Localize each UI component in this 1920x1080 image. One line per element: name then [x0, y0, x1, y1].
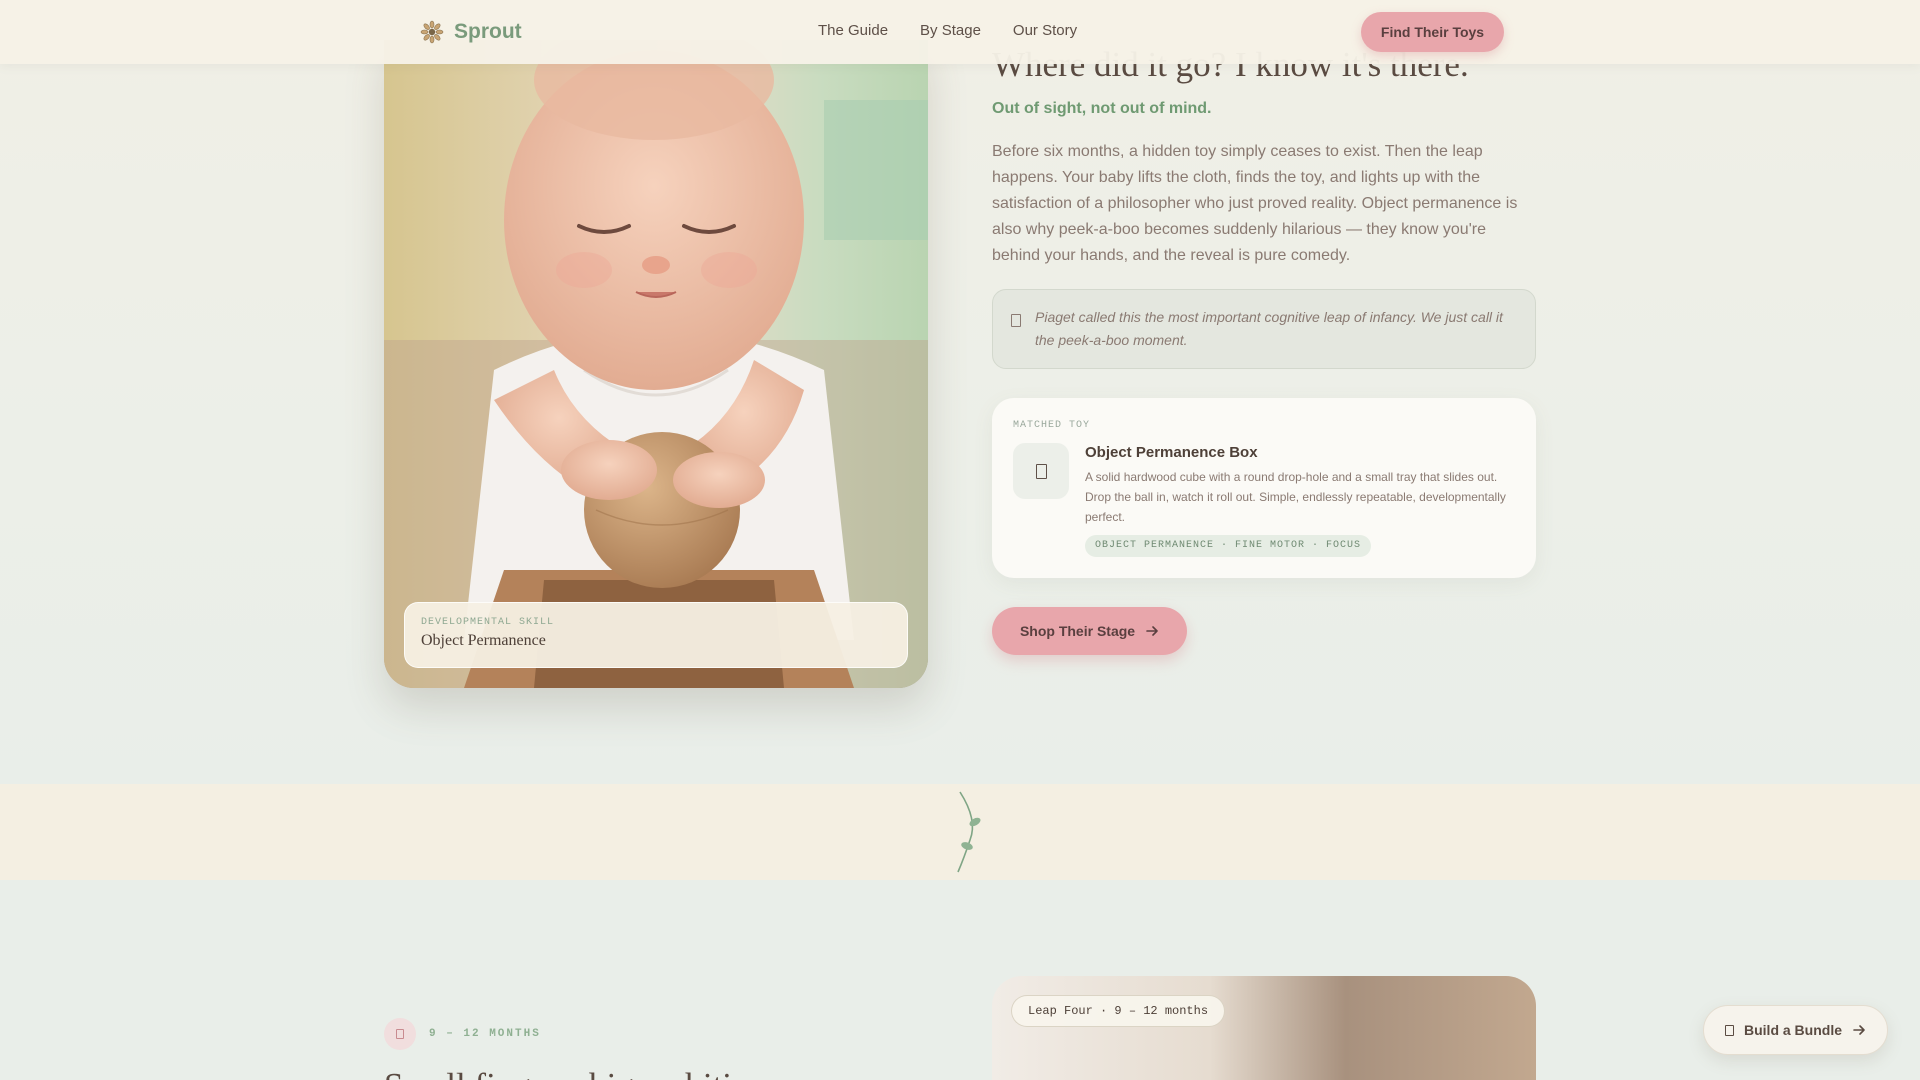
- sprout-logo-icon: [420, 20, 444, 44]
- arrow-right-icon: [1146, 626, 1158, 636]
- toy-box-icon: [1013, 443, 1069, 499]
- matched-toy-card[interactable]: MATCHED TOY Object Permanence Box A soli…: [992, 398, 1536, 578]
- navbar: Sprout The Guide By Stage Our Story Find…: [0, 0, 1920, 64]
- arrow-right-icon: [1853, 1025, 1865, 1035]
- nav-link-our-story[interactable]: Our Story: [1013, 22, 1077, 39]
- nav-links: The Guide By Stage Our Story: [818, 22, 1077, 39]
- next-section-background: [0, 880, 1920, 1080]
- toy-kicker: MATCHED TOY: [1013, 420, 1091, 431]
- hero-body: Before six months, a hidden toy simply c…: [992, 143, 1518, 264]
- baby-photo: [384, 40, 928, 688]
- stage-photo-card: Leap Four · 9 – 12 months: [992, 976, 1536, 1080]
- leap-pill: Leap Four · 9 – 12 months: [1011, 995, 1226, 1027]
- brand-logo[interactable]: Sprout: [420, 18, 522, 46]
- vine-divider-icon: [957, 791, 981, 873]
- skill-label-card: DEVELOPMENTAL SKILL Object Permanence: [404, 602, 908, 668]
- shop-their-stage-button[interactable]: Shop Their Stage: [992, 607, 1187, 655]
- quote-box: Piaget called this the most important co…: [992, 289, 1536, 369]
- skill-name: Object Permanence: [421, 632, 546, 649]
- toy-tags: OBJECT PERMANENCE · FINE MOTOR · FOCUS: [1085, 535, 1372, 557]
- hero-photo-card: DEVELOPMENTAL SKILL Object Permanence: [384, 40, 928, 688]
- toy-description: A solid hardwood cube with a round drop-…: [1085, 470, 1506, 524]
- find-their-toys-button[interactable]: Find Their Toys: [1361, 12, 1504, 52]
- nav-link-by-stage[interactable]: By Stage: [920, 22, 981, 39]
- bundle-button-label: Build a Bundle: [1744, 1022, 1842, 1038]
- quote-icon: [1011, 314, 1021, 327]
- hero-background: [0, 0, 1920, 784]
- build-bundle-button[interactable]: Build a Bundle: [1703, 1005, 1888, 1055]
- hero-subtitle: Out of sight, not out of mind.: [992, 100, 1212, 117]
- stage-icon: [384, 1018, 416, 1050]
- skill-kicker: DEVELOPMENTAL SKILL: [421, 617, 555, 628]
- shop-button-label: Shop Their Stage: [1019, 623, 1136, 639]
- stage-label: 9 – 12 MONTHS: [429, 1028, 541, 1040]
- bundle-icon: [1725, 1024, 1734, 1036]
- nav-link-guide[interactable]: The Guide: [818, 22, 888, 39]
- brand-name: Sprout: [454, 20, 522, 43]
- quote-text: Piaget called this the most important co…: [1035, 309, 1503, 348]
- toy-name: Object Permanence Box: [1085, 444, 1258, 461]
- section-title: Small fingers, big ambitions: [384, 1066, 781, 1080]
